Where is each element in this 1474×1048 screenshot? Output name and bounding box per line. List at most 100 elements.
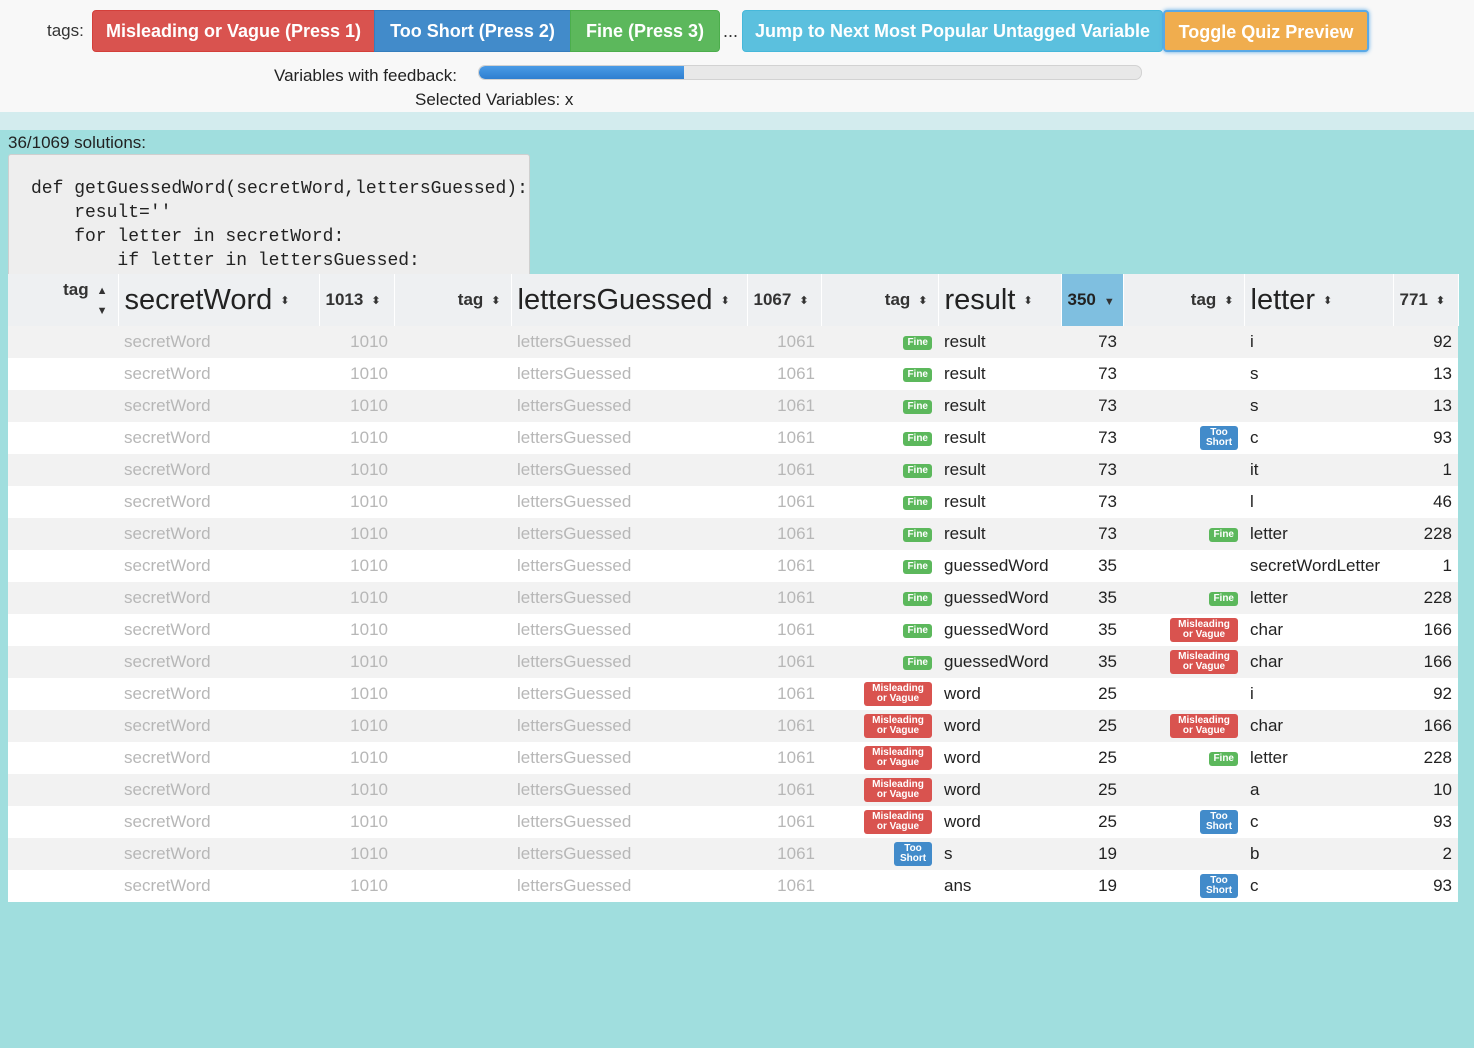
variable-cell[interactable]: result — [938, 454, 1061, 486]
tag-cell[interactable]: Too Short — [1123, 422, 1244, 454]
variable-cell[interactable]: secretWord — [118, 646, 319, 678]
variable-cell[interactable]: lettersGuessed — [511, 518, 747, 550]
col-header-count-3[interactable]: 350 ▼ — [1061, 274, 1124, 326]
variable-cell[interactable]: lettersGuessed — [511, 806, 747, 838]
variable-cell[interactable]: secretWord — [118, 358, 319, 390]
variable-cell[interactable]: b — [1244, 838, 1393, 870]
variable-cell[interactable]: lettersGuessed — [511, 774, 747, 806]
variable-cell[interactable]: a — [1244, 774, 1393, 806]
variable-cell[interactable]: c — [1244, 870, 1393, 902]
table-row[interactable]: secretWord 1010 lettersGuessed 1061 ans 19 Too… — [8, 870, 1458, 902]
tag-cell[interactable]: Misleading or Vague — [821, 806, 938, 838]
variable-cell[interactable]: it — [1244, 454, 1393, 486]
col-header-letter[interactable]: letter ⬍ — [1244, 274, 1394, 326]
tag-cell[interactable] — [8, 838, 118, 870]
tag-cell[interactable]: Misleading or Vague — [1123, 710, 1244, 742]
variable-cell[interactable]: lettersGuessed — [511, 390, 747, 422]
tag-cell[interactable] — [1123, 550, 1244, 582]
tag-cell[interactable] — [1123, 358, 1244, 390]
tag-cell[interactable] — [8, 326, 118, 358]
col-header-tag-3[interactable]: tag ⬍ — [821, 274, 939, 326]
variable-cell[interactable]: word — [938, 678, 1061, 710]
tag-cell[interactable] — [8, 870, 118, 902]
tag-cell[interactable] — [394, 614, 511, 646]
variable-cell[interactable]: lettersGuessed — [511, 614, 747, 646]
table-row[interactable]: secretWord 1010 lettersGuessed 1061 Fine resu… — [8, 326, 1458, 358]
tag-cell[interactable] — [394, 422, 511, 454]
tag-cell[interactable] — [1123, 390, 1244, 422]
variable-cell[interactable]: secretWord — [118, 806, 319, 838]
variable-cell[interactable]: lettersGuessed — [511, 550, 747, 582]
col-header-count-2[interactable]: 1067 ⬍ — [747, 274, 822, 326]
col-header-secretword[interactable]: secretWord ⬍ — [118, 274, 320, 326]
variable-cell[interactable]: s — [1244, 390, 1393, 422]
variable-cell[interactable]: secretWord — [118, 582, 319, 614]
table-row[interactable]: secretWord 1010 lettersGuessed 1061 Misleadi… — [8, 806, 1458, 838]
table-row[interactable]: secretWord 1010 lettersGuessed 1061 Misleadi… — [8, 774, 1458, 806]
tag-cell[interactable] — [394, 742, 511, 774]
tag-cell[interactable] — [8, 742, 118, 774]
col-header-tag-1[interactable]: tag ▲ ▼ — [8, 274, 119, 326]
variable-cell[interactable]: l — [1244, 486, 1393, 518]
variable-cell[interactable]: c — [1244, 806, 1393, 838]
tag-cell[interactable]: Too Short — [1123, 870, 1244, 902]
tag-cell[interactable] — [1123, 486, 1244, 518]
variable-cell[interactable]: i — [1244, 326, 1393, 358]
tag-cell[interactable]: Fine — [821, 646, 938, 678]
tag-cell[interactable] — [394, 518, 511, 550]
tag-cell[interactable] — [394, 710, 511, 742]
tag-cell[interactable] — [8, 454, 118, 486]
col-header-count-4[interactable]: 771 ⬍ — [1393, 274, 1459, 326]
variable-cell[interactable]: secretWord — [118, 742, 319, 774]
tag-cell[interactable] — [8, 646, 118, 678]
variable-cell[interactable]: char — [1244, 646, 1393, 678]
tag-cell[interactable]: Misleading or Vague — [821, 710, 938, 742]
tag-cell[interactable] — [394, 454, 511, 486]
variable-cell[interactable]: lettersGuessed — [511, 454, 747, 486]
tag-cell[interactable]: Fine — [1123, 742, 1244, 774]
variable-cell[interactable]: secretWordLetter — [1244, 550, 1393, 582]
variable-cell[interactable]: word — [938, 806, 1061, 838]
tag-cell[interactable]: Fine — [821, 518, 938, 550]
variable-cell[interactable]: secretWord — [118, 454, 319, 486]
table-row[interactable]: secretWord 1010 lettersGuessed 1061 Fine gues… — [8, 550, 1458, 582]
variable-cell[interactable]: secretWord — [118, 486, 319, 518]
variable-cell[interactable]: i — [1244, 678, 1393, 710]
tag-cell[interactable] — [394, 550, 511, 582]
variable-cell[interactable]: letter — [1244, 582, 1393, 614]
tag-cell[interactable]: Fine — [821, 614, 938, 646]
table-row[interactable]: secretWord 1010 lettersGuessed 1061 Fine resu… — [8, 358, 1458, 390]
variable-cell[interactable]: lettersGuessed — [511, 326, 747, 358]
variable-cell[interactable]: secretWord — [118, 774, 319, 806]
variable-cell[interactable]: secretWord — [118, 678, 319, 710]
variable-cell[interactable]: secretWord — [118, 390, 319, 422]
variable-cell[interactable]: result — [938, 358, 1061, 390]
variable-cell[interactable]: lettersGuessed — [511, 582, 747, 614]
tag-cell[interactable] — [394, 838, 511, 870]
variable-cell[interactable]: word — [938, 710, 1061, 742]
tag-cell[interactable] — [394, 870, 511, 902]
tag-cell[interactable] — [394, 646, 511, 678]
tag-cell[interactable] — [1123, 326, 1244, 358]
misleading-button[interactable]: Misleading or Vague (Press 1) — [92, 10, 375, 52]
table-row[interactable]: secretWord 1010 lettersGuessed 1061 Fine resu… — [8, 454, 1458, 486]
tag-cell[interactable] — [394, 358, 511, 390]
tag-cell[interactable] — [394, 774, 511, 806]
variable-cell[interactable]: secretWord — [118, 870, 319, 902]
col-header-tag-4[interactable]: tag ⬍ — [1123, 274, 1245, 326]
tag-cell[interactable] — [8, 550, 118, 582]
tag-cell[interactable]: Misleading or Vague — [821, 742, 938, 774]
variable-cell[interactable]: guessedWord — [938, 646, 1061, 678]
variable-cell[interactable]: secretWord — [118, 710, 319, 742]
variable-cell[interactable]: lettersGuessed — [511, 742, 747, 774]
variable-cell[interactable]: secretWord — [118, 838, 319, 870]
tag-cell[interactable] — [394, 678, 511, 710]
variable-cell[interactable]: lettersGuessed — [511, 358, 747, 390]
variable-cell[interactable]: lettersGuessed — [511, 422, 747, 454]
tag-cell[interactable]: Fine — [821, 390, 938, 422]
tag-cell[interactable] — [8, 582, 118, 614]
variable-cell[interactable]: lettersGuessed — [511, 838, 747, 870]
tag-cell[interactable]: Fine — [821, 454, 938, 486]
variable-cell[interactable]: secretWord — [118, 614, 319, 646]
variable-cell[interactable]: letter — [1244, 518, 1393, 550]
